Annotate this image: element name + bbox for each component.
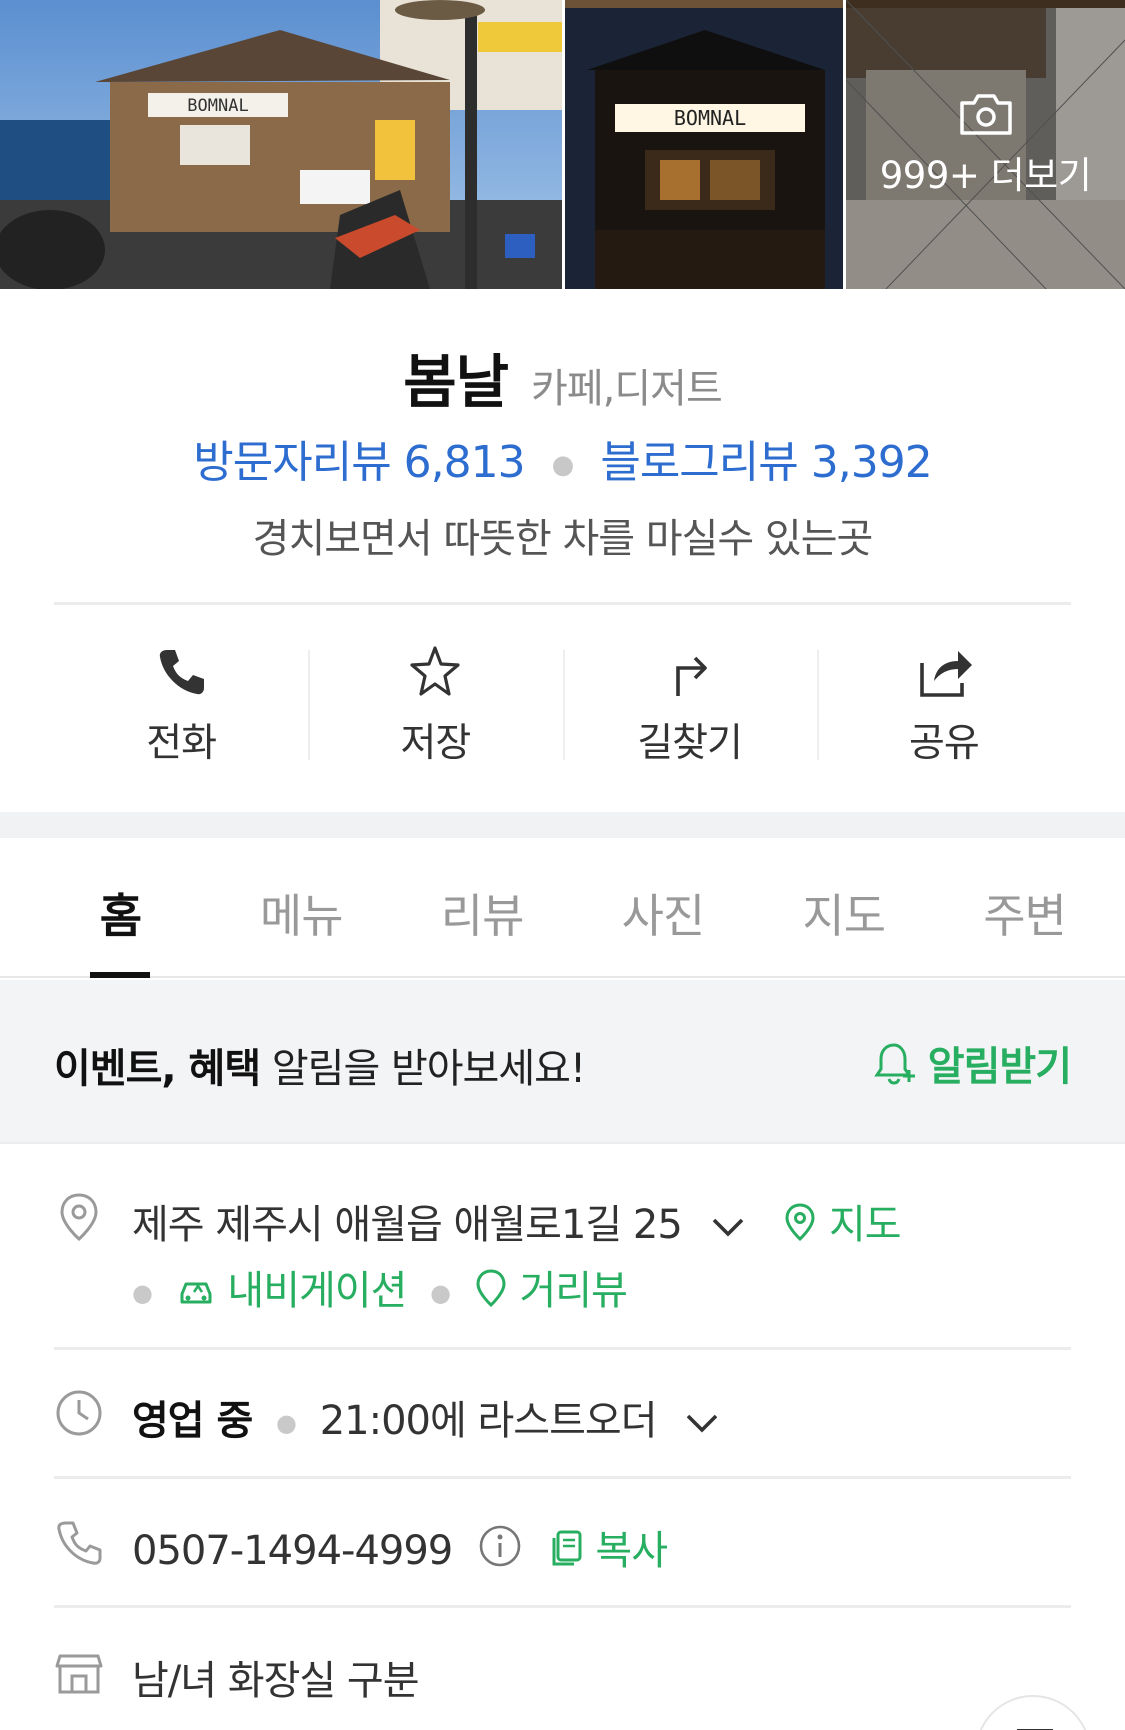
- chevron-down-icon[interactable]: [708, 1210, 748, 1242]
- cafe-night-image: BOMNAL: [565, 0, 843, 289]
- copy-button[interactable]: 복사: [548, 1528, 668, 1574]
- tab-home[interactable]: 홈: [30, 838, 211, 976]
- photo-main[interactable]: BOMNAL: [0, 0, 562, 289]
- bomnal-sign: BOMNAL: [187, 96, 248, 116]
- save-label: 저장: [400, 721, 471, 766]
- location-pin-icon: [60, 1193, 98, 1242]
- restroom-row: 남/녀 화장실 구분: [54, 1648, 1071, 1704]
- street-pin-icon: [476, 1269, 506, 1308]
- call-button[interactable]: 전화: [54, 608, 308, 768]
- address-line: 제주 제주시 애월읍 애월로1길 25 지도: [132, 1192, 902, 1250]
- divider: [54, 602, 1071, 605]
- tab-photo[interactable]: 사진: [572, 838, 753, 976]
- last-order: 21:00에 라스트오더: [319, 1398, 658, 1444]
- car-icon: [180, 1282, 212, 1304]
- chevron-down-icon[interactable]: [682, 1406, 722, 1438]
- hours-row[interactable]: 영업 중 ● 21:00에 라스트오더: [54, 1388, 1071, 1444]
- more-photos-label: 999+ 더보기: [879, 153, 1092, 197]
- store-icon: [55, 1654, 103, 1694]
- directions-label: 길찾기: [637, 721, 743, 766]
- visitor-review-link[interactable]: 방문자리뷰 6,813: [193, 437, 525, 488]
- divider: [54, 1605, 1071, 1608]
- photo-more-button[interactable]: 999+ 더보기: [846, 0, 1125, 289]
- phone-line: 0507-1494-4999 복사: [132, 1518, 668, 1576]
- clock-icon: [56, 1390, 102, 1436]
- phone-number[interactable]: 0507-1494-4999: [132, 1528, 453, 1574]
- phone-outline-icon: [57, 1521, 102, 1565]
- photo-gallery: BOMNAL BOMNAL 999+ 더보기: [0, 0, 1125, 289]
- notification-label: 알림받기: [927, 1044, 1072, 1090]
- call-label: 전화: [146, 721, 217, 766]
- more-photos-overlay: 999+ 더보기: [846, 0, 1125, 289]
- banner-rest-text: 알림을 받아보세요!: [260, 1046, 586, 1092]
- tab-bar: 홈 메뉴 리뷰 사진 지도 주변: [0, 838, 1125, 978]
- event-banner: 이벤트, 혜택 알림을 받아보세요! 알림받기: [0, 980, 1125, 1144]
- directions-icon: [660, 644, 720, 700]
- share-button[interactable]: 공유: [816, 608, 1071, 768]
- navigation-link[interactable]: 내비게이션: [176, 1268, 418, 1314]
- separator-dot: ●: [430, 1279, 451, 1307]
- tab-nearby[interactable]: 주변: [934, 838, 1115, 976]
- hours-text: 영업 중 ● 21:00에 라스트오더: [132, 1388, 722, 1446]
- camera-icon: [959, 93, 1012, 135]
- bell-plus-icon: [873, 1043, 915, 1085]
- banner-bold-text: 이벤트, 혜택: [54, 1046, 261, 1092]
- place-detail-page: BOMNAL BOMNAL 999+ 더보기 봄날 카페,디저트 방문자리뷰 6…: [0, 0, 1125, 1730]
- restroom-text: 남/녀 화장실 구분: [132, 1658, 420, 1704]
- divider: [54, 1347, 1071, 1350]
- open-status: 영업 중: [132, 1398, 253, 1444]
- separator-dot: ●: [551, 450, 575, 480]
- bomnal-night-sign: BOMNAL: [674, 106, 746, 130]
- address-text[interactable]: 제주 제주시 애월읍 애월로1길 25: [132, 1202, 683, 1248]
- star-icon: [405, 644, 465, 700]
- directions-button[interactable]: 길찾기: [562, 608, 817, 768]
- save-button[interactable]: 저장: [308, 608, 562, 768]
- tab-review[interactable]: 리뷰: [392, 838, 573, 976]
- place-tagline: 경치보면서 따뜻한 차를 마실수 있는곳: [252, 516, 874, 562]
- tab-menu[interactable]: 메뉴: [211, 838, 392, 976]
- photo-night[interactable]: BOMNAL: [565, 0, 843, 289]
- map-pin-icon: [785, 1203, 815, 1242]
- map-link-label: 지도: [828, 1202, 902, 1248]
- banner-text: 이벤트, 혜택 알림을 받아보세요!: [54, 1036, 586, 1094]
- info-icon[interactable]: [478, 1524, 522, 1568]
- share-icon: [914, 644, 974, 700]
- place-title-row: 봄날 카페,디저트: [0, 335, 1125, 419]
- divider: [54, 1476, 1071, 1479]
- street-view-link[interactable]: 거리뷰: [474, 1268, 628, 1314]
- copy-label: 복사: [595, 1528, 668, 1574]
- copy-icon: [552, 1530, 582, 1566]
- notification-button[interactable]: 알림받기: [872, 1034, 1072, 1092]
- separator-dot: ●: [276, 1409, 297, 1437]
- action-bar: 전화 저장 길찾기 공유: [54, 608, 1071, 768]
- address-row: 제주 제주시 애월읍 애월로1길 25 지도 ● 내비게이션 ● 거리뷰: [54, 1192, 1071, 1314]
- separator-dot: ●: [132, 1279, 153, 1307]
- share-label: 공유: [908, 721, 980, 766]
- section-gap: [0, 812, 1125, 838]
- street-view-label: 거리뷰: [519, 1268, 628, 1314]
- navigation-label: 내비게이션: [227, 1268, 407, 1314]
- cafe-exterior-image: BOMNAL: [0, 0, 562, 289]
- phone-icon: [151, 644, 211, 700]
- tab-map[interactable]: 지도: [753, 838, 934, 976]
- blog-review-link[interactable]: 블로그리뷰 3,392: [600, 437, 932, 488]
- place-name: 봄날: [403, 348, 509, 416]
- phone-row: 0507-1494-4999 복사: [54, 1518, 1071, 1574]
- review-links: 방문자리뷰 6,813 ● 블로그리뷰 3,392: [0, 426, 1125, 490]
- address-links: ● 내비게이션 ● 거리뷰: [132, 1258, 628, 1316]
- place-category: 카페,디저트: [531, 366, 723, 412]
- map-link[interactable]: 지도: [783, 1202, 902, 1248]
